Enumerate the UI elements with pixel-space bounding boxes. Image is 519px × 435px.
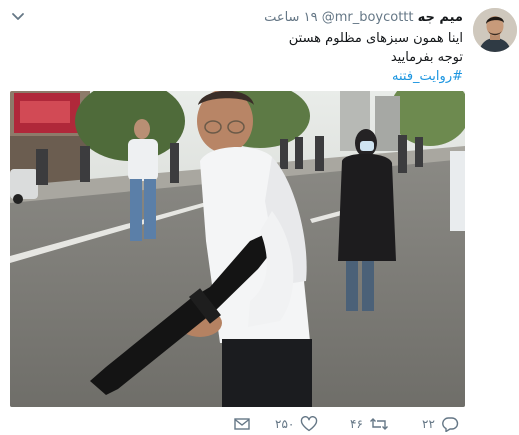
tweet-text-line: اینا همون سبزهای مظلوم هستن <box>288 31 463 46</box>
reply-button[interactable]: ۲۲ <box>422 414 459 434</box>
avatar[interactable] <box>473 8 517 52</box>
tweet-actions: ۲۲ ۴۶ ۲۵۰ <box>0 414 519 434</box>
tweet-text: اینا همون سبزهای مظلوم هستن توجه بفرمایی… <box>289 29 463 86</box>
chevron-down-icon[interactable] <box>10 10 26 24</box>
tweet-photo[interactable] <box>10 91 465 407</box>
hashtag-link[interactable]: #روایت_فتنه <box>289 67 463 86</box>
like-count: ۲۵۰ <box>275 417 295 431</box>
like-button[interactable]: ۲۵۰ <box>275 414 318 434</box>
reply-icon <box>442 417 459 432</box>
direct-message-button[interactable] <box>233 414 251 434</box>
timestamp[interactable]: ‏۱۹ ساعت <box>264 10 318 25</box>
tweet-header: میم جه @mr_boycottt ‏۱۹ ساعت <box>264 9 463 27</box>
retweet-count: ۴۶ <box>350 417 363 431</box>
retweet-icon <box>369 418 388 430</box>
tweet-text-line: توجه بفرمایید <box>390 50 463 65</box>
tweet-card[interactable]: میم جه @mr_boycottt ‏۱۹ ساعت اینا همون س… <box>0 0 519 435</box>
envelope-icon <box>234 418 250 430</box>
heart-icon <box>301 416 318 432</box>
user-handle[interactable]: @mr_boycottt <box>322 10 414 25</box>
time-unit: ساعت <box>264 10 300 25</box>
time-value: ۱۹ <box>303 10 318 25</box>
reply-count: ۲۲ <box>422 417 435 431</box>
display-name[interactable]: میم جه <box>418 10 463 25</box>
retweet-button[interactable]: ۴۶ <box>350 414 389 434</box>
